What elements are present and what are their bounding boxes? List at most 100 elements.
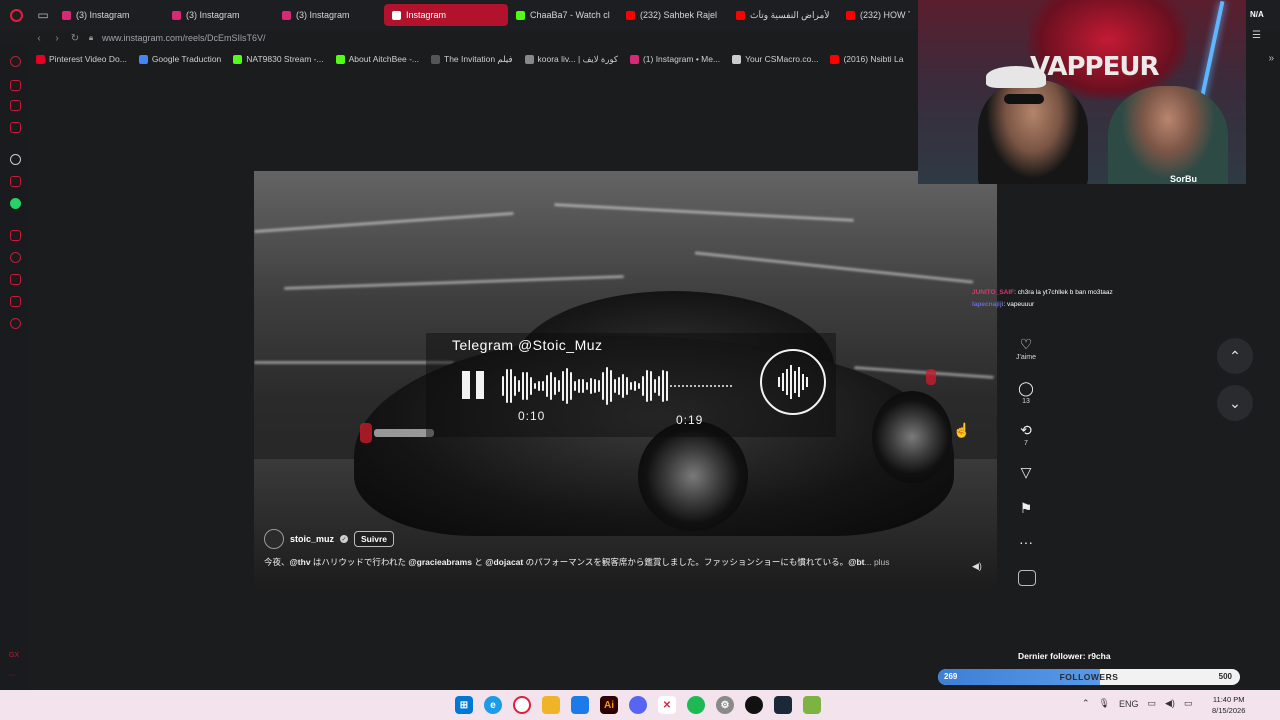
lock-icon[interactable]: 🔒︎ [84, 33, 98, 43]
tab-title: (232) HOW TO E [860, 10, 910, 20]
obs-icon[interactable] [745, 696, 763, 714]
more-icon[interactable]: ··· [9, 672, 16, 679]
volume-icon[interactable]: ◀︎) [1165, 698, 1175, 709]
reel-caption[interactable]: 今夜、@thv はハリウッドで行われた @gracieabrams と @doj… [264, 556, 964, 568]
tray-chevron-icon[interactable]: ⌃ [1082, 698, 1090, 709]
tab-overview-icon[interactable]: ▭ [32, 0, 54, 30]
opera-gx-icon[interactable] [513, 696, 531, 714]
capcut-icon[interactable]: ✕ [658, 696, 676, 714]
spotify-icon[interactable] [687, 696, 705, 714]
bookmark-item[interactable]: (2016) Nsibti La [824, 54, 909, 64]
reload-icon[interactable]: ↻ [66, 33, 84, 44]
opera-gx-logo-icon[interactable] [0, 0, 32, 30]
bookmark-item[interactable]: Pinterest Video Do... [30, 54, 133, 64]
follow-button[interactable]: Suivre [354, 531, 395, 547]
discord-icon[interactable] [629, 696, 647, 714]
chatgpt-icon[interactable] [10, 154, 21, 165]
browser-tab[interactable]: (232) Sahbek Rajel Sa [618, 4, 728, 26]
waveform-bar [586, 381, 588, 391]
edge-icon[interactable]: e [484, 696, 502, 714]
mic-icon[interactable]: 🎙︎ [1099, 698, 1110, 709]
volume-icon[interactable]: ◀︎) [972, 561, 982, 572]
mention[interactable]: @thv [290, 557, 311, 567]
repost-button[interactable]: ⟲ 7 [1010, 422, 1042, 447]
menu-icon[interactable]: ☰ [1252, 30, 1261, 41]
mention[interactable]: @dojacat [485, 557, 523, 567]
reel-author-row: stoic_muz ✓ Suivre [264, 529, 395, 549]
bookmark-item[interactable]: About AitchBee -... [330, 54, 425, 64]
waveform-bar [538, 381, 540, 391]
red-light [360, 423, 372, 443]
caption-more-link[interactable]: ... plus [865, 557, 890, 567]
taskbar: ⊞ e Ai ✕ ⚙ ⌃ 🎙︎ ENG ▭ ◀︎) ▭ 11:40 PM 8/1… [0, 690, 1280, 720]
waveform-bar [594, 378, 596, 394]
history-icon[interactable] [10, 252, 21, 263]
bookmark-item[interactable]: The Invitation فيلم [425, 54, 519, 65]
bookmark-item[interactable]: Google Traduction [133, 54, 227, 64]
vpn-icon[interactable] [10, 176, 21, 187]
gx-corner-icon[interactable] [10, 100, 21, 111]
audio-avatar-icon[interactable] [1018, 570, 1036, 586]
reel-video[interactable]: Telegram @Stoic_Muz 0:10 0:19 stoic_muz … [254, 171, 997, 589]
browser-tab[interactable]: ChaaBa7 - Watch clip [508, 4, 618, 26]
file-explorer-icon[interactable] [542, 696, 560, 714]
waveform-bar [706, 385, 708, 387]
waveform-bar [526, 371, 528, 401]
waveform-bar [714, 385, 716, 387]
bookmarks-more-icon[interactable]: » [1268, 53, 1274, 64]
language-indicator[interactable]: ENG [1119, 699, 1139, 709]
comment-button[interactable]: ◯ 13 [1010, 380, 1042, 405]
chevron-down-icon[interactable]: ⌄ [1217, 385, 1253, 421]
url-field[interactable]: www.instagram.com/reels/DcEmSIlsT6V/ [102, 33, 266, 43]
network-icon[interactable]: ▭ [1148, 698, 1157, 709]
author-avatar[interactable] [264, 529, 284, 549]
mention[interactable]: @gracieabrams [408, 557, 472, 567]
waveform-bar [518, 379, 520, 393]
save-button[interactable]: ⚑ [1010, 500, 1042, 516]
browser-tab[interactable]: (3) Instagram [164, 4, 274, 26]
minecraft-icon[interactable] [803, 696, 821, 714]
illustrator-icon[interactable]: Ai [600, 696, 618, 714]
waveform-bar [598, 380, 600, 392]
extensions-icon[interactable] [10, 296, 21, 307]
browser-tab[interactable]: كل الأمراض النفسية وتأث [728, 4, 838, 26]
clock[interactable]: 11:40 PM 8/15/2026 [1212, 694, 1245, 716]
share-button[interactable]: ▽ [1010, 464, 1042, 480]
instagram-icon[interactable] [10, 230, 21, 241]
steam-icon[interactable] [774, 696, 792, 714]
bookmark-item[interactable]: NAT9830 Stream -... [227, 54, 329, 64]
bookmark-item[interactable]: (1) Instagram • Me... [624, 54, 726, 64]
shirt-logo: SorBu [1170, 174, 1197, 184]
settings-icon[interactable] [10, 318, 21, 329]
waveform-bar [718, 385, 720, 387]
follower-goal-bar: 269 FOLLOWERS 500 [938, 669, 1240, 685]
back-icon[interactable]: ‹ [30, 33, 48, 44]
downloads-icon[interactable] [10, 274, 21, 285]
current-time: 0:10 [518, 409, 546, 423]
reposts-count: 7 [1024, 440, 1028, 447]
browser-tab[interactable]: Instagram [384, 4, 508, 26]
waveform-bar [642, 375, 644, 397]
bookmark-item[interactable]: Your CSMacro.co... [726, 54, 824, 64]
mention[interactable]: @bt [848, 557, 864, 567]
chevron-up-icon[interactable]: ⌃ [1217, 338, 1253, 374]
whatsapp-icon[interactable] [10, 198, 21, 209]
like-button[interactable]: ♡ J'aime [1010, 336, 1042, 361]
browser-tab[interactable]: (3) Instagram [54, 4, 164, 26]
gx-control-icon[interactable] [10, 56, 21, 67]
more-options-button[interactable]: ··· [1010, 534, 1042, 550]
start-icon[interactable]: ⊞ [455, 696, 473, 714]
author-username[interactable]: stoic_muz [290, 534, 334, 544]
browser-tab[interactable]: (3) Instagram [274, 4, 384, 26]
twitch-icon[interactable] [10, 80, 21, 91]
forward-icon[interactable]: › [48, 33, 66, 44]
battery-icon[interactable]: ▭ [1184, 698, 1193, 709]
sunglasses [1004, 94, 1044, 104]
logo-bar [782, 373, 784, 391]
settings-icon[interactable]: ⚙ [716, 696, 734, 714]
browser-tab[interactable]: (232) HOW TO E [838, 4, 918, 26]
discord-icon[interactable] [10, 122, 21, 133]
bookmark-item[interactable]: koora liv... | كورة لايف [519, 54, 624, 65]
cap [986, 66, 1046, 88]
defender-icon[interactable] [571, 696, 589, 714]
